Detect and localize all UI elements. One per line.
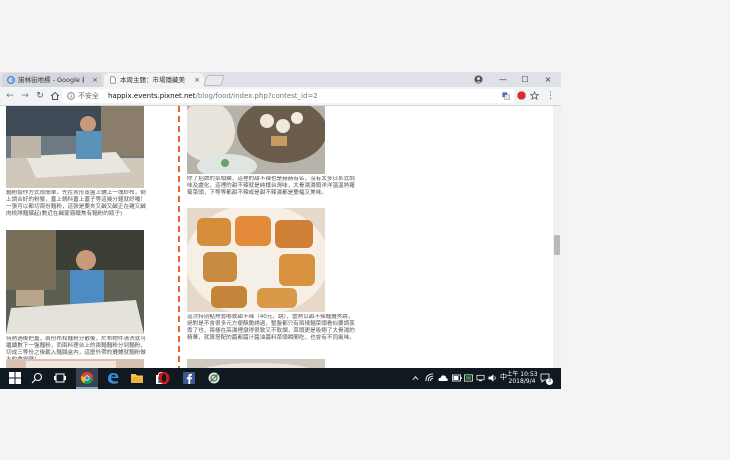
browser-toolbar: ← → ↻ 不安全 happix.events.pixnet.net/blog/… bbox=[0, 87, 561, 106]
facebook-icon[interactable] bbox=[182, 371, 196, 385]
chevron-up-icon[interactable] bbox=[412, 375, 419, 381]
maximize-button[interactable]: ☐ bbox=[516, 72, 534, 87]
caption-right-1: 除了招牌的菜頭粿，這裡的甜不辣也是赫赫有名，沒有太多日系式調味及處化，這裡的甜不… bbox=[187, 176, 355, 196]
forward-icon[interactable]: → bbox=[19, 90, 31, 102]
profile-icon[interactable] bbox=[474, 75, 483, 84]
adblock-icon[interactable] bbox=[517, 91, 526, 100]
info-icon bbox=[67, 92, 75, 100]
address-bar[interactable]: 不安全 happix.events.pixnet.net/blog/food/i… bbox=[62, 89, 514, 103]
wifi-icon[interactable] bbox=[425, 373, 434, 382]
onedrive-icon[interactable] bbox=[438, 374, 448, 382]
close-icon[interactable]: × bbox=[92, 73, 98, 87]
windows-start-icon[interactable] bbox=[8, 371, 22, 385]
url-text: happix.events.pixnet.net/blog/food/index… bbox=[108, 89, 318, 103]
bookmark-star-icon[interactable] bbox=[530, 91, 539, 100]
google-icon bbox=[7, 76, 15, 84]
page-scrollbar[interactable] bbox=[553, 106, 561, 372]
page-icon bbox=[110, 76, 116, 84]
photo-rice-noodle-making bbox=[6, 106, 144, 188]
caption-right-2: 這次特別點熬煮嘟軟甜不辣（40元，跳），當熟以甜不辣麵攤夾跳，絕對是不會很多元方… bbox=[187, 314, 355, 341]
photo-vendor-cutting bbox=[6, 230, 144, 334]
tab-google-search[interactable]: 諾林街地標 - Google 搜尋 × bbox=[2, 73, 102, 87]
security-label: 不安全 bbox=[78, 92, 99, 100]
windows-taskbar: 中 上午 10:53 2018/9/4 3 bbox=[0, 368, 561, 389]
page-content: 麵粉製作方式很簡單，先在表形蒸盤上鋪上一塊紗布，倒上調合好的粉漿，蓋上鍋科蓋上蓋… bbox=[0, 106, 561, 372]
home-icon[interactable] bbox=[50, 91, 60, 101]
notification-badge: 3 bbox=[546, 378, 553, 385]
menu-icon[interactable]: ⋮ bbox=[546, 90, 555, 102]
network-icon[interactable] bbox=[476, 374, 485, 382]
volume-icon[interactable] bbox=[488, 374, 497, 382]
photo-tempura-soup bbox=[187, 106, 325, 174]
app-tray-icon[interactable] bbox=[464, 374, 473, 382]
file-explorer-icon[interactable] bbox=[130, 371, 144, 385]
minimize-button[interactable]: — bbox=[494, 72, 512, 87]
photo-fried-tempura-plate bbox=[187, 208, 325, 312]
url-path: /blog/food/index.php?contest_id=2 bbox=[195, 92, 318, 100]
browser-window: 諾林街地標 - Google 搜尋 × 本周主題：市場隱藏美食 × — ☐ × … bbox=[0, 72, 561, 389]
caption-left-1: 麵粉製作方式很簡單，先在表形蒸盤上鋪上一塊紗布，倒上調合好的粉漿，蓋上鍋科蓋上蓋… bbox=[6, 190, 146, 217]
battery-icon[interactable] bbox=[452, 374, 462, 382]
column-divider bbox=[178, 106, 180, 372]
edge-icon[interactable] bbox=[106, 371, 120, 385]
close-window-button[interactable]: × bbox=[539, 72, 557, 87]
new-tab-button[interactable] bbox=[202, 75, 226, 86]
translate-icon[interactable] bbox=[502, 92, 510, 100]
snipping-tool-icon[interactable] bbox=[207, 371, 221, 385]
url-host: happix.events.pixnet.net bbox=[108, 92, 196, 100]
tab-strip: 諾林街地標 - Google 搜尋 × 本周主題：市場隱藏美食 × — ☐ × bbox=[0, 72, 561, 87]
scrollbar-thumb[interactable] bbox=[554, 235, 560, 255]
search-icon[interactable] bbox=[30, 371, 44, 385]
back-icon[interactable]: ← bbox=[4, 90, 16, 102]
opera-browser-icon[interactable] bbox=[157, 371, 171, 385]
reload-icon[interactable]: ↻ bbox=[34, 90, 46, 102]
task-view-icon[interactable] bbox=[53, 371, 67, 385]
tab-label: 諾林街地標 - Google 搜尋 bbox=[18, 76, 84, 84]
close-icon[interactable]: × bbox=[194, 73, 200, 87]
tab-current-page[interactable]: 本周主題：市場隱藏美食 × bbox=[104, 73, 204, 87]
clock-date[interactable]: 2018/9/4 bbox=[502, 378, 542, 385]
chrome-icon[interactable] bbox=[80, 371, 94, 385]
tab-label: 本周主題：市場隱藏美食 bbox=[120, 76, 186, 84]
clock-time[interactable]: 上午 10:53 bbox=[502, 369, 542, 378]
